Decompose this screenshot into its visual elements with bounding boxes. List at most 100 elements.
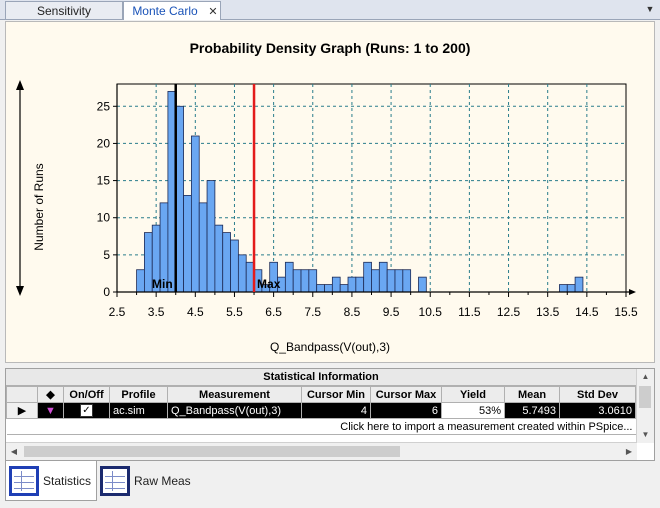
y-axis-label: Number of Runs [32, 163, 46, 251]
y-tick-label: 10 [97, 211, 111, 225]
chevron-down-icon[interactable]: ▼ [644, 3, 656, 15]
tab-sensitivity[interactable]: Sensitivity [5, 1, 123, 19]
col-header-cursor-min[interactable]: Cursor Min [301, 386, 371, 403]
yield-cell[interactable]: 53% [441, 402, 505, 419]
histogram-bar [378, 261, 388, 293]
mean-cell[interactable]: 5.7493 [504, 402, 560, 419]
col-header-mean[interactable]: Mean [504, 386, 560, 403]
tab-raw-meas-label: Raw Meas [134, 474, 191, 488]
y-tick-label: 0 [103, 285, 110, 299]
tab-raw-meas[interactable]: Raw Meas [97, 461, 197, 501]
vertical-scroll-thumb[interactable] [639, 386, 651, 408]
document-tab-strip: Sensitivity Monte Carlo ✕ ▼ [0, 0, 660, 20]
histogram-bar [574, 276, 584, 293]
row-selector-icon[interactable]: ▶ [6, 402, 38, 419]
stats-header-row: ◆ On/Off Profile Measurement Cursor Min … [6, 386, 636, 403]
histogram-bar [324, 284, 333, 293]
histogram-bar [371, 269, 380, 293]
histogram-bar [190, 135, 200, 293]
cursor-max-cell[interactable]: 6 [370, 402, 442, 419]
col-header-on-off[interactable]: On/Off [63, 386, 110, 403]
import-measurement-row[interactable]: Click here to import a measurement creat… [6, 418, 636, 435]
histogram-bar [363, 261, 372, 293]
measurement-marker-icon: ▼ [37, 402, 64, 419]
measurement-cell[interactable]: Q_Bandpass(V(out),3) [167, 402, 302, 419]
y-tick-label: 15 [97, 174, 111, 188]
cursor-min-label: Min [152, 277, 173, 291]
histogram-bar [284, 261, 294, 293]
histogram-chart[interactable]: 2.5 3.5 4.5 5.5 6.5 7.5 8.5 9.5 10.5 11.5 12.5 13.5… [6, 22, 654, 362]
table-row[interactable]: ▶ ▼ ✓ ac.sim Q_Bandpass(V(out),3) 4 6 53… [6, 402, 636, 419]
x-tick-label: 9.5 [383, 305, 400, 319]
cursor-max-label: Max [257, 277, 281, 291]
histogram-bar [230, 239, 239, 293]
col-header-marker[interactable]: ◆ [37, 386, 64, 403]
histogram-bar [339, 284, 349, 293]
histogram-bar [566, 284, 576, 293]
close-tab-icon[interactable]: ✕ [206, 5, 220, 18]
scroll-left-icon[interactable]: ◀ [6, 443, 22, 460]
x-tick-label: 11.5 [458, 305, 481, 319]
cursor-min-cell[interactable]: 4 [301, 402, 371, 419]
x-tick-label: 13.5 [536, 305, 560, 319]
histogram-bar [559, 284, 568, 293]
histogram-bar [136, 269, 145, 293]
y-tick-label: 20 [97, 136, 111, 150]
x-tick-label: 15.5 [614, 305, 638, 319]
histogram-bar [308, 269, 318, 293]
vertical-scrollbar[interactable]: ▲ ▼ [636, 369, 654, 443]
histogram-bar [355, 276, 365, 293]
histogram-bar [222, 232, 231, 293]
tab-statistics-label: Statistics [43, 473, 92, 488]
histogram-bar [418, 276, 427, 293]
histogram-bar [300, 269, 310, 293]
col-header-profile[interactable]: Profile [109, 386, 168, 403]
x-tick-label: 14.5 [575, 305, 599, 319]
scroll-down-icon[interactable]: ▼ [637, 427, 654, 443]
col-header-yield[interactable]: Yield [441, 386, 505, 403]
x-tick-label: 4.5 [187, 305, 204, 319]
x-tick-label: 5.5 [226, 305, 243, 319]
x-tick-label: 7.5 [304, 305, 321, 319]
histogram-bar [214, 224, 224, 293]
horizontal-scrollbar[interactable]: ◀ ▶ [6, 442, 637, 460]
spreadsheet-icon [9, 465, 39, 496]
col-header-measurement[interactable]: Measurement [167, 386, 302, 403]
enabled-checkbox[interactable]: ✓ [80, 404, 93, 417]
tab-monte-carlo[interactable]: Monte Carlo ✕ [123, 1, 221, 20]
spreadsheet-icon [100, 466, 130, 496]
y-tick-label: 25 [97, 99, 111, 113]
histogram-bar [237, 254, 247, 293]
histogram-bar [206, 180, 216, 293]
on-off-cell[interactable]: ✓ [63, 402, 110, 419]
histogram-bar [292, 269, 302, 293]
col-header-selector [6, 386, 38, 403]
arrow-up-icon [16, 80, 24, 90]
histogram-bar [394, 269, 404, 293]
import-measurement-link[interactable]: Click here to import a measurement creat… [6, 418, 636, 435]
scroll-up-icon[interactable]: ▲ [637, 369, 654, 385]
arrow-down-icon [16, 286, 24, 296]
y-tick-label: 5 [103, 248, 110, 262]
x-axis-arrow-icon [629, 289, 636, 295]
histogram-bar [331, 276, 341, 293]
x-axis-label: Q_Bandpass(V(out),3) [269, 340, 391, 354]
x-tick-label: 3.5 [148, 305, 165, 319]
tab-statistics[interactable]: Statistics [5, 461, 97, 501]
histogram-bar [316, 284, 325, 293]
horizontal-scroll-thumb[interactable] [24, 446, 400, 457]
bottom-tab-strip: Statistics Raw Meas [0, 461, 660, 508]
x-tick-label: 12.5 [497, 305, 521, 319]
x-tick-label: 8.5 [344, 305, 361, 319]
profile-cell[interactable]: ac.sim [109, 402, 168, 419]
col-header-cursor-max[interactable]: Cursor Max [370, 386, 442, 403]
stats-table: ◆ On/Off Profile Measurement Cursor Min … [6, 386, 636, 435]
x-tick-label: 2.5 [109, 305, 126, 319]
histogram-bar [347, 276, 357, 293]
col-header-std-dev[interactable]: Std Dev [559, 386, 636, 403]
std-dev-cell[interactable]: 3.0610 [559, 402, 636, 419]
scroll-right-icon[interactable]: ▶ [621, 443, 637, 460]
x-tick-label: 10.5 [419, 305, 443, 319]
tab-monte-carlo-label: Monte Carlo [132, 4, 198, 18]
histogram-bar [183, 195, 192, 293]
